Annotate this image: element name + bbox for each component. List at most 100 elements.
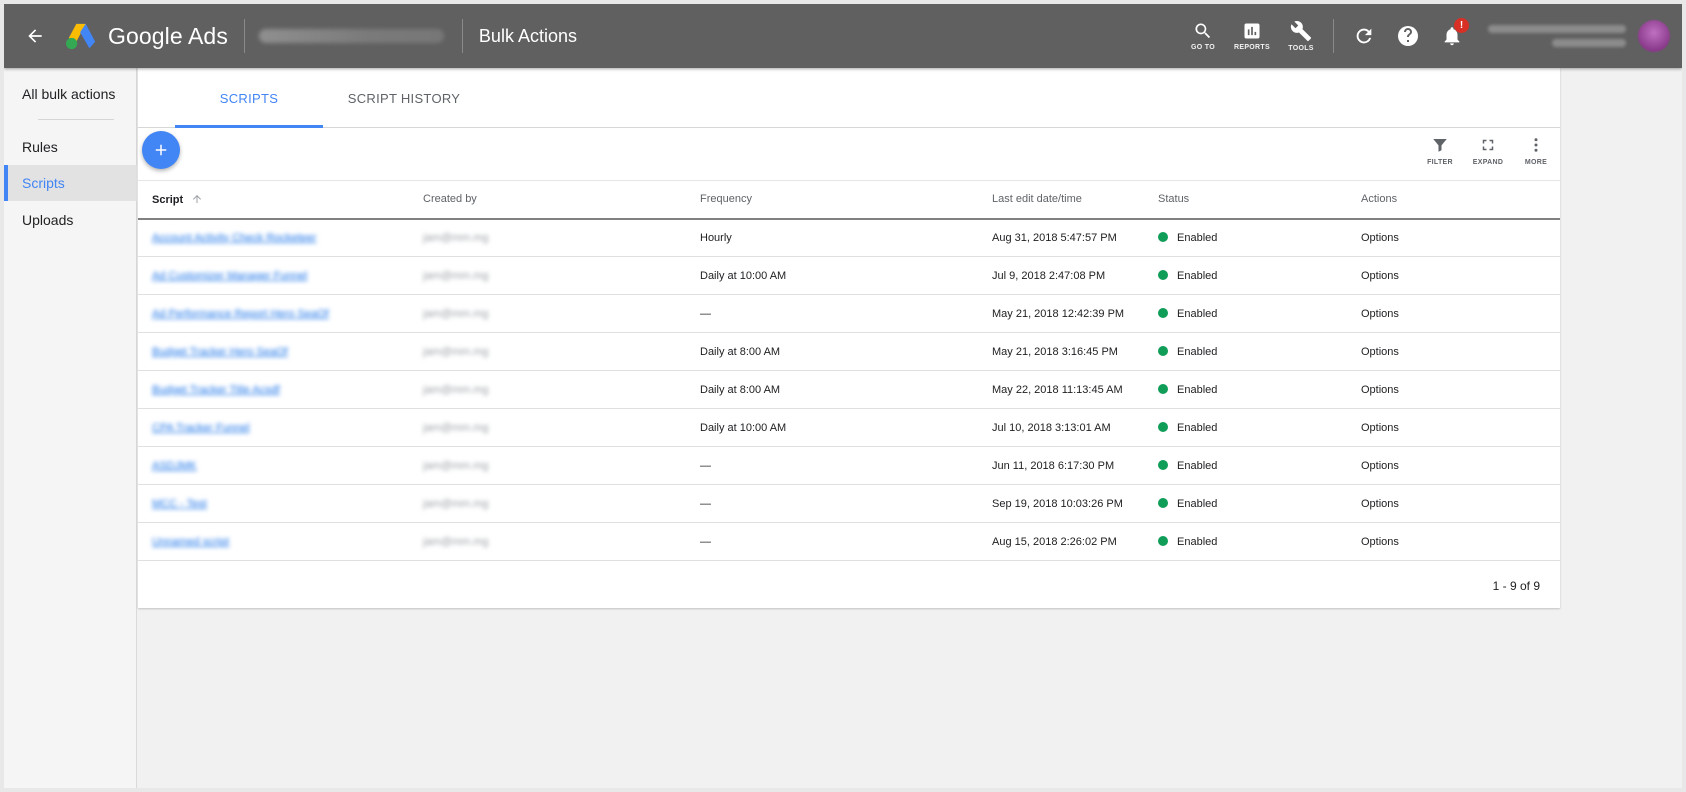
refresh-button[interactable] xyxy=(1342,4,1386,68)
column-header-last-edit[interactable]: Last edit date/time xyxy=(992,180,1158,220)
sidebar-item-rules[interactable]: Rules xyxy=(4,129,137,165)
script-name-link[interactable]: Ad Performance Report Hero SeaOf xyxy=(152,308,329,320)
actions-cell: Options xyxy=(1361,256,1560,295)
created-by-value: jam@mm.mg xyxy=(423,345,489,358)
wrench-icon xyxy=(1290,21,1312,42)
help-button[interactable] xyxy=(1386,4,1430,68)
go-to-button[interactable]: GO TO xyxy=(1179,4,1227,68)
side-navigation: All bulk actions Rules Scripts Uploads xyxy=(4,68,137,788)
sidebar-item-scripts[interactable]: Scripts xyxy=(4,165,137,201)
created-by-value: jam@mm.mg xyxy=(423,307,489,320)
options-link[interactable]: Options xyxy=(1361,232,1399,244)
arrow-up-icon xyxy=(193,194,202,203)
options-link[interactable]: Options xyxy=(1361,308,1399,320)
actions-cell: Options xyxy=(1361,408,1560,447)
column-header-frequency[interactable]: Frequency xyxy=(700,180,992,220)
last-edit-cell: Jun 11, 2018 6:17:30 PM xyxy=(992,446,1158,485)
avatar[interactable] xyxy=(1638,20,1670,52)
options-link[interactable]: Options xyxy=(1361,270,1399,282)
last-edit-cell: Jul 10, 2018 3:13:01 AM xyxy=(992,408,1158,447)
status-cell: Enabled xyxy=(1158,332,1361,371)
status-cell: Enabled xyxy=(1158,408,1361,447)
options-link[interactable]: Options xyxy=(1361,422,1399,434)
options-link[interactable]: Options xyxy=(1361,346,1399,358)
more-vert-icon xyxy=(1534,138,1538,152)
status-cell: Enabled xyxy=(1158,256,1361,295)
more-button[interactable]: MORE xyxy=(1512,136,1560,166)
options-link[interactable]: Options xyxy=(1361,498,1399,510)
status-cell: Enabled xyxy=(1158,522,1361,561)
top-app-bar: Google Ads Bulk Actions GO TO REPORTS TO… xyxy=(4,4,1682,68)
options-link[interactable]: Options xyxy=(1361,460,1399,472)
tab-script-history[interactable]: SCRIPT HISTORY xyxy=(328,68,480,128)
last-edit-cell: Aug 31, 2018 5:47:57 PM xyxy=(992,218,1158,257)
reports-button[interactable]: REPORTS xyxy=(1227,4,1277,68)
sidebar-item-uploads[interactable]: Uploads xyxy=(4,202,137,238)
filter-button[interactable]: FILTER xyxy=(1416,136,1464,166)
frequency-cell: Hourly xyxy=(700,218,992,257)
sidebar-item-all-bulk-actions[interactable]: All bulk actions xyxy=(4,76,137,112)
frequency-cell: Daily at 10:00 AM xyxy=(700,256,992,295)
script-name-link[interactable]: CPA Tracker Funnel xyxy=(152,422,250,434)
script-name-link[interactable]: Unnamed script xyxy=(152,536,229,548)
created-by-cell: jam@mm.mg xyxy=(423,370,700,409)
created-by-cell: jam@mm.mg xyxy=(423,484,700,523)
expand-button[interactable]: EXPAND xyxy=(1464,136,1512,166)
script-name-link[interactable]: Account Activity Check Rocketeer xyxy=(152,232,316,244)
options-link[interactable]: Options xyxy=(1361,536,1399,548)
status-enabled-icon xyxy=(1158,535,1168,546)
refresh-icon xyxy=(1356,28,1372,44)
go-to-label: GO TO xyxy=(1191,44,1215,51)
column-header-script[interactable]: Script xyxy=(138,180,423,220)
divider xyxy=(243,19,245,53)
tab-bar: SCRIPTS SCRIPT HISTORY xyxy=(138,68,1560,128)
frequency-cell: — xyxy=(700,522,992,561)
plus-icon xyxy=(155,144,167,156)
notification-badge: ! xyxy=(1454,18,1469,33)
account-selector[interactable] xyxy=(258,29,444,43)
reports-label: REPORTS xyxy=(1234,44,1270,51)
status-cell: Enabled xyxy=(1158,294,1361,333)
fullscreen-icon xyxy=(1482,139,1494,151)
status-enabled-icon xyxy=(1158,421,1168,432)
created-by-value: jam@mm.mg xyxy=(423,421,489,434)
tools-label: TOOLS xyxy=(1288,45,1314,52)
tab-scripts[interactable]: SCRIPTS xyxy=(175,68,323,128)
created-by-value: jam@mm.mg xyxy=(423,269,489,282)
status-label: Enabled xyxy=(1177,345,1218,358)
table-row: Ad Customizer Manager Funnel jam@mm.mg Dai… xyxy=(138,256,1560,295)
created-by-cell: jam@mm.mg xyxy=(423,446,700,485)
frequency-cell: Daily at 10:00 AM xyxy=(700,408,992,447)
tools-button[interactable]: TOOLS xyxy=(1277,4,1325,68)
script-name-link[interactable]: Budget Tracker Title Acsdf xyxy=(152,384,280,396)
script-cell: Unnamed script xyxy=(138,522,423,561)
last-edit-cell: Jul 9, 2018 2:47:08 PM xyxy=(992,256,1158,295)
created-by-cell: jam@mm.mg xyxy=(423,332,700,371)
status-enabled-icon xyxy=(1158,269,1168,280)
google-ads-logo xyxy=(66,23,96,50)
actions-cell: Options xyxy=(1361,218,1560,257)
table-row: Ad Performance Report Hero SeaOf jam@mm.m… xyxy=(138,294,1560,333)
script-name-link[interactable]: Budget Tracker Hero SeaOf xyxy=(152,346,288,358)
last-edit-cell: Aug 15, 2018 2:26:02 PM xyxy=(992,522,1158,561)
script-name-link[interactable]: Ad Customizer Manager Funnel xyxy=(152,270,307,282)
add-script-button[interactable] xyxy=(142,131,180,169)
column-header-status[interactable]: Status xyxy=(1158,180,1361,220)
options-link[interactable]: Options xyxy=(1361,384,1399,396)
script-name-link[interactable]: ASDJMK xyxy=(152,460,197,472)
script-name-link[interactable]: MCC - Test xyxy=(152,498,207,510)
created-by-value: jam@mm.mg xyxy=(423,231,489,244)
notifications-button[interactable]: ! xyxy=(1430,4,1474,68)
table-toolbar: FILTER EXPAND MORE xyxy=(1416,136,1560,166)
frequency-cell: Daily at 8:00 AM xyxy=(700,332,992,371)
back-arrow-icon[interactable] xyxy=(22,23,48,49)
table-row: ASDJMK jam@mm.mg — Jun 11, 2018 6:17:30 PM E… xyxy=(138,446,1560,485)
column-header-actions: Actions xyxy=(1361,180,1560,220)
status-label: Enabled xyxy=(1177,231,1218,244)
script-cell: Budget Tracker Hero SeaOf xyxy=(138,332,423,371)
status-cell: Enabled xyxy=(1158,484,1361,523)
status-enabled-icon xyxy=(1158,497,1168,508)
column-header-created-by[interactable]: Created by xyxy=(423,180,700,220)
page-title: Bulk Actions xyxy=(478,25,577,46)
account-info[interactable] xyxy=(1488,25,1626,47)
